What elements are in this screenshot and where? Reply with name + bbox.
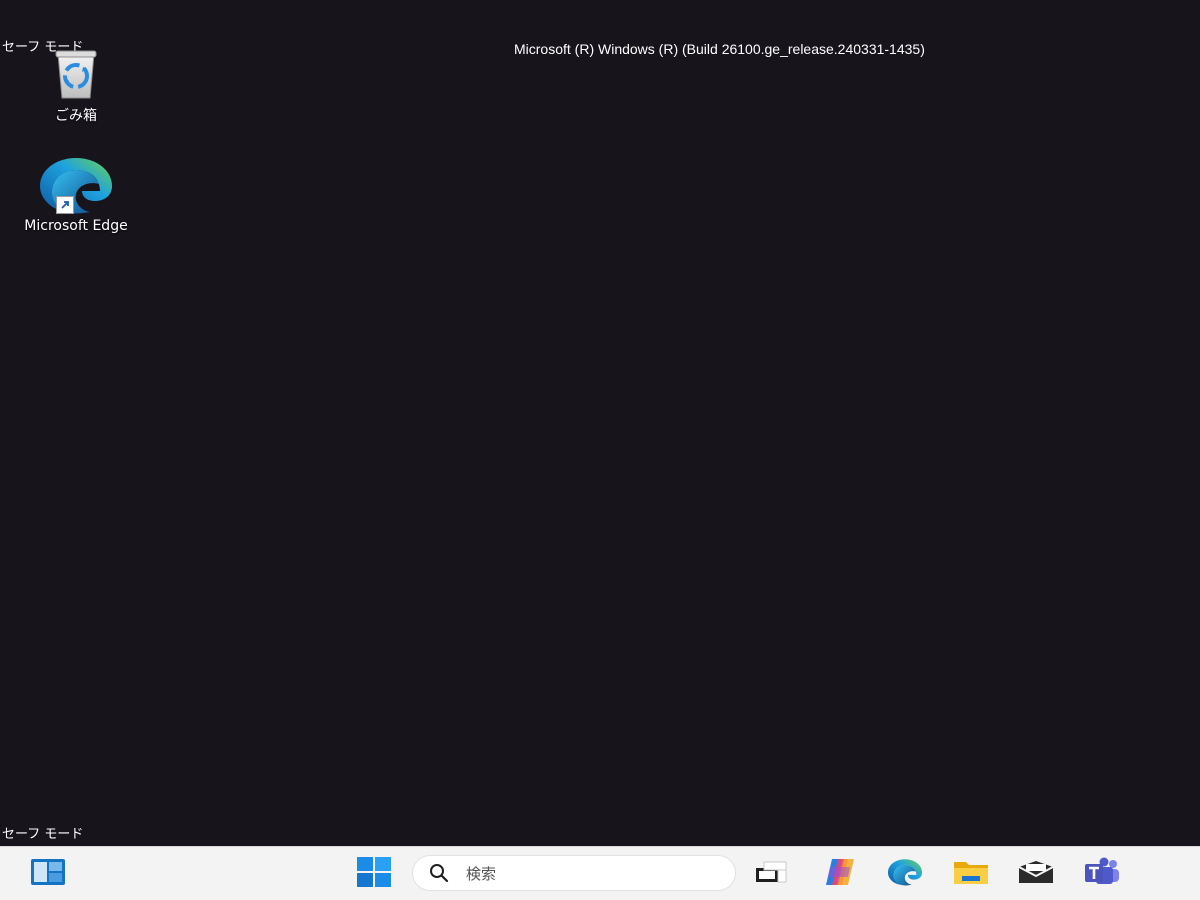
- desktop-icon-recycle-bin[interactable]: ごみ箱: [11, 48, 141, 125]
- taskbar-mail-button[interactable]: [1016, 854, 1056, 894]
- safe-mode-label-bottom: セーフ モード: [2, 827, 84, 842]
- copilot-icon: [822, 857, 858, 891]
- search-placeholder: 検索: [466, 864, 497, 883]
- folder-icon: [952, 858, 990, 890]
- desktop-icon-label: ごみ箱: [55, 108, 97, 124]
- build-watermark: Microsoft (R) Windows (R) (Build 26100.g…: [514, 41, 925, 57]
- windows-start-icon: [357, 857, 391, 891]
- recycle-bin-icon: [48, 48, 104, 104]
- search-icon: [428, 862, 450, 884]
- mail-icon: [1017, 859, 1055, 889]
- taskbar-widgets-button[interactable]: [28, 854, 68, 894]
- taskbar-copilot-button[interactable]: [820, 854, 860, 894]
- desktop[interactable]: セーフ モード Microsoft (R) Windows (R) (Build…: [0, 0, 1200, 846]
- taskbar-edge-button[interactable]: [885, 854, 925, 894]
- widgets-icon: [30, 858, 66, 890]
- taskbar-file-explorer-button[interactable]: [951, 854, 991, 894]
- taskbar-task-view-button[interactable]: [752, 854, 792, 894]
- desktop-icon-microsoft-edge[interactable]: Microsoft Edge: [11, 156, 141, 235]
- desktop-icon-label: Microsoft Edge: [24, 218, 128, 234]
- shortcut-arrow-icon: [56, 196, 74, 214]
- taskbar-teams-button[interactable]: [1082, 854, 1122, 894]
- edge-icon: [38, 156, 114, 214]
- task-view-icon: [754, 860, 790, 888]
- taskbar: 検索: [0, 846, 1200, 900]
- taskbar-start-button[interactable]: [354, 854, 394, 894]
- edge-icon: [887, 857, 923, 891]
- teams-icon: [1083, 857, 1121, 891]
- taskbar-search-box[interactable]: 検索: [412, 855, 736, 891]
